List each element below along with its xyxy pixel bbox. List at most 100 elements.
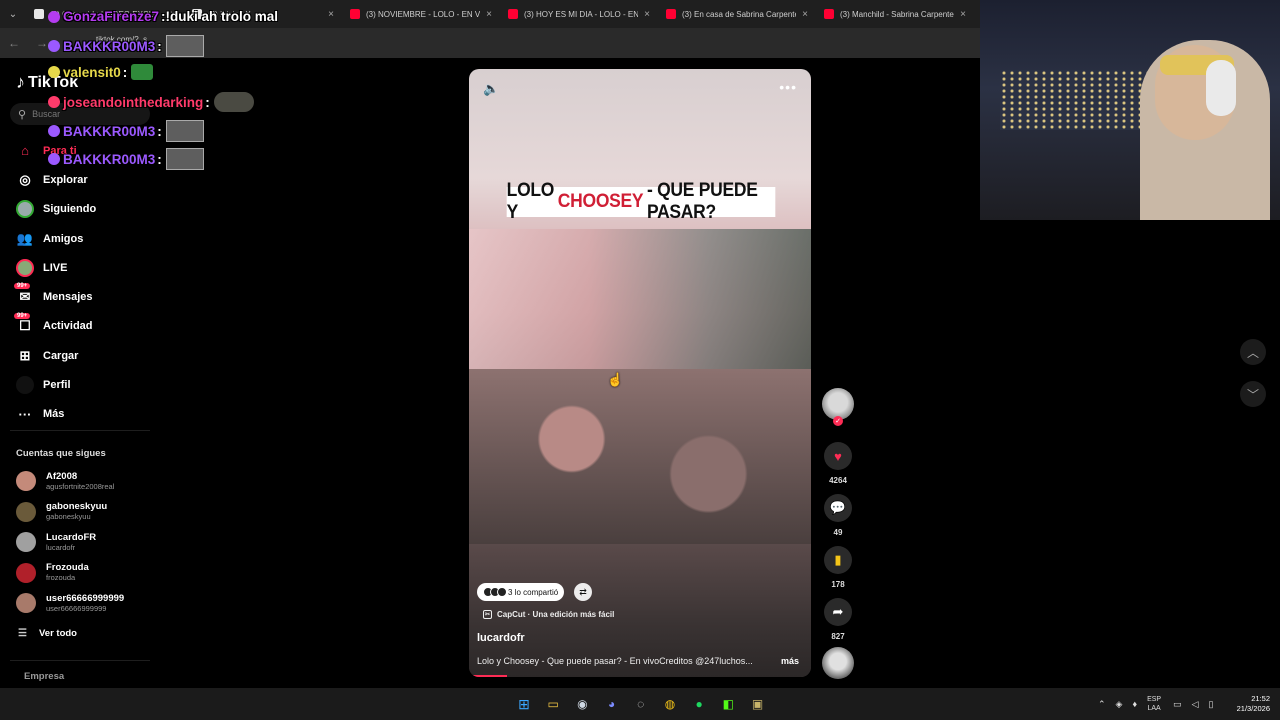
steam-icon[interactable]: ◉ (570, 692, 594, 716)
sidebar-item-compass[interactable]: ◎ Explorar (0, 165, 160, 194)
language-indicator[interactable]: ESP LAA (1147, 695, 1161, 713)
followed-account[interactable]: user66666999999 user66666999999 (16, 588, 156, 619)
sidebar-item-home[interactable]: ⌂ Para ti (0, 136, 160, 165)
browser-tab[interactable]: (3) HOY ES MI DIA - LOLO - EN VIVO × (500, 0, 658, 28)
tiktok-logo[interactable]: ♪ TikTok (16, 72, 78, 93)
repost-icon[interactable]: ⇄ (574, 583, 592, 601)
tab-title: (3) Comunidad VIDEO EXCLU (50, 9, 159, 19)
tab-favicon-icon (350, 9, 360, 19)
share-button[interactable]: ➦ (824, 598, 852, 626)
browser-tab[interactable]: (3) Comunidad VIDEO EXCLU × (26, 0, 184, 28)
video-author[interactable]: lucardofr (477, 632, 525, 644)
comment-button[interactable]: 💬 (824, 494, 852, 522)
tab-close-icon[interactable]: × (486, 9, 492, 20)
tab-title: (3) En casa de Sabrina Carpenter (682, 9, 797, 19)
discord-icon[interactable]: ◕ (600, 692, 624, 716)
tab-close-icon[interactable]: × (960, 9, 966, 20)
save-count: 178 (831, 580, 845, 589)
spotify-icon[interactable]: ● (687, 692, 711, 716)
volume-tray-icon[interactable]: ◁ (1192, 699, 1199, 710)
city-lights-window (1000, 70, 1150, 130)
notification-badge: 99+ (14, 312, 31, 319)
tray-shield-icon[interactable]: ◈ (1116, 699, 1123, 710)
tab-favicon-icon (508, 9, 518, 19)
sidebar-item-upload[interactable]: ⊞ Cargar (0, 341, 160, 370)
search-icon: ⚲ (18, 108, 27, 121)
caption-part-1: LOLO Y (506, 180, 555, 223)
tab-title: (3) HOY ES MI DIA - LOLO - EN VIVO (524, 9, 639, 19)
more-link[interactable]: más (781, 656, 799, 666)
concert-crowd (469, 369, 811, 544)
windows-start-icon[interactable]: ⊞ (512, 692, 536, 716)
tab-search-chevron-icon[interactable]: ⌄ (0, 0, 26, 28)
more-icon: ··· (18, 406, 32, 422)
streamer-webcam (980, 0, 1280, 220)
tab-favicon-icon (824, 9, 834, 19)
chat-emote (165, 120, 204, 142)
list-icon: ☰ (18, 628, 27, 639)
bookmark-icon: ▮ (834, 552, 842, 567)
more-options-icon[interactable]: ••• (779, 79, 797, 95)
back-arrow-icon[interactable]: ← (0, 36, 28, 50)
sidebar-item-profile[interactable]: Perfil (0, 370, 160, 399)
sidebar-item-label: LIVE (43, 261, 68, 274)
search-placeholder: Buscar (32, 109, 61, 119)
network-icon[interactable]: ▭ (1173, 699, 1182, 710)
sidebar-item-label: Perfil (43, 379, 71, 392)
account-username: gaboneskyuu (46, 512, 91, 522)
see-all-button[interactable]: ☰ Ver todo (18, 628, 77, 639)
microphone-icon[interactable]: ♦ (1132, 699, 1137, 709)
sidebar-item-live[interactable]: LIVE (0, 253, 160, 282)
capcut-link[interactable]: ✂ CapCut · Una edición más fácil (483, 610, 614, 619)
forward-arrow-icon[interactable]: → (28, 36, 56, 50)
system-clock[interactable]: 21:52 21/3/2026 (1226, 694, 1270, 714)
browser-tab[interactable]: (3) En casa de Sabrina Carpenter × (658, 0, 816, 28)
search-input[interactable]: ⚲ Buscar (10, 103, 150, 125)
kick-icon[interactable]: ◧ (716, 692, 740, 716)
file-explorer-icon[interactable]: ▭ (541, 692, 565, 716)
messages-icon: ✉ (19, 289, 31, 305)
browser-tab[interactable]: (3) Inicio / X × (184, 0, 342, 28)
browser-tab[interactable]: (3) NOVIEMBRE - LOLO - EN VIVO × (342, 0, 500, 28)
next-video-chevron-down-icon[interactable]: ﹀ (1240, 381, 1266, 407)
tab-close-icon[interactable]: × (328, 9, 334, 20)
obs-icon[interactable]: ◌ (629, 692, 653, 716)
shared-by-pill[interactable]: 3 lo compartió (477, 583, 565, 601)
like-button[interactable]: ♥ (824, 442, 852, 470)
sidebar-item-messages[interactable]: ✉ Mensajes 99+ (0, 282, 160, 311)
sidebar-item-following-avatar[interactable]: Siguiendo (0, 195, 160, 224)
windows-taskbar: ⊞ ▭ ◉ ◕ ◌ ◍ ● ◧ ▣ ⌃ ◈ ♦ ESP LAA ▭ ◁ ▯ 21… (0, 688, 1280, 720)
avatar (16, 593, 36, 614)
chat-emote (165, 148, 204, 170)
app-icon[interactable]: ▣ (746, 692, 770, 716)
previous-video-chevron-up-icon[interactable]: ︿ (1240, 339, 1266, 365)
followed-account[interactable]: LucardoFR lucardofr (16, 527, 156, 558)
followed-account[interactable]: Af2008 agusfortnite2008real (16, 466, 156, 497)
tab-close-icon[interactable]: × (644, 9, 650, 20)
tray-chevron-up-icon[interactable]: ⌃ (1098, 699, 1106, 710)
save-button[interactable]: ▮ (824, 546, 852, 574)
company-link[interactable]: Empresa (24, 671, 64, 682)
sidebar-item-more[interactable]: ··· Más (0, 400, 160, 429)
tab-close-icon[interactable]: × (170, 9, 176, 20)
tiktok-sidebar: ♪ TikTok ⚲ Buscar ⌂ Para ti ◎ Explorar Sigui… (0, 58, 160, 688)
followed-account[interactable]: Frozouda frozouda (16, 558, 156, 589)
sidebar-item-friends[interactable]: 👥 Amigos (0, 224, 160, 253)
video-player[interactable]: 🔈 ••• LOLO Y CHOOSEY - QUE PUEDE PASAR? … (469, 69, 811, 677)
upload-icon: ⊞ (19, 347, 31, 363)
tab-close-icon[interactable]: × (802, 9, 808, 20)
language-code: ESP (1147, 696, 1162, 703)
sidebar-item-label: Explorar (43, 173, 88, 186)
sidebar-item-activity[interactable]: ☐ Actividad 99+ (0, 312, 160, 341)
followed-account[interactable]: gaboneskyuu gaboneskyuu (16, 497, 156, 528)
sound-disc-avatar[interactable] (822, 647, 854, 679)
address-bar[interactable]: tiktok.com/?_s (96, 35, 156, 51)
video-progress-bar[interactable] (473, 675, 508, 677)
browser-tab[interactable]: (3) Manchild - Sabrina Carpenter × (816, 0, 974, 28)
follow-check-icon[interactable]: ✓ (833, 416, 843, 426)
account-username: user66666999999 (46, 603, 107, 613)
chrome-icon[interactable]: ◍ (658, 692, 682, 716)
volume-icon[interactable]: 🔈 (483, 81, 499, 97)
battery-icon[interactable]: ▯ (1209, 699, 1214, 710)
clock-date: 21/3/2026 (1236, 704, 1270, 713)
